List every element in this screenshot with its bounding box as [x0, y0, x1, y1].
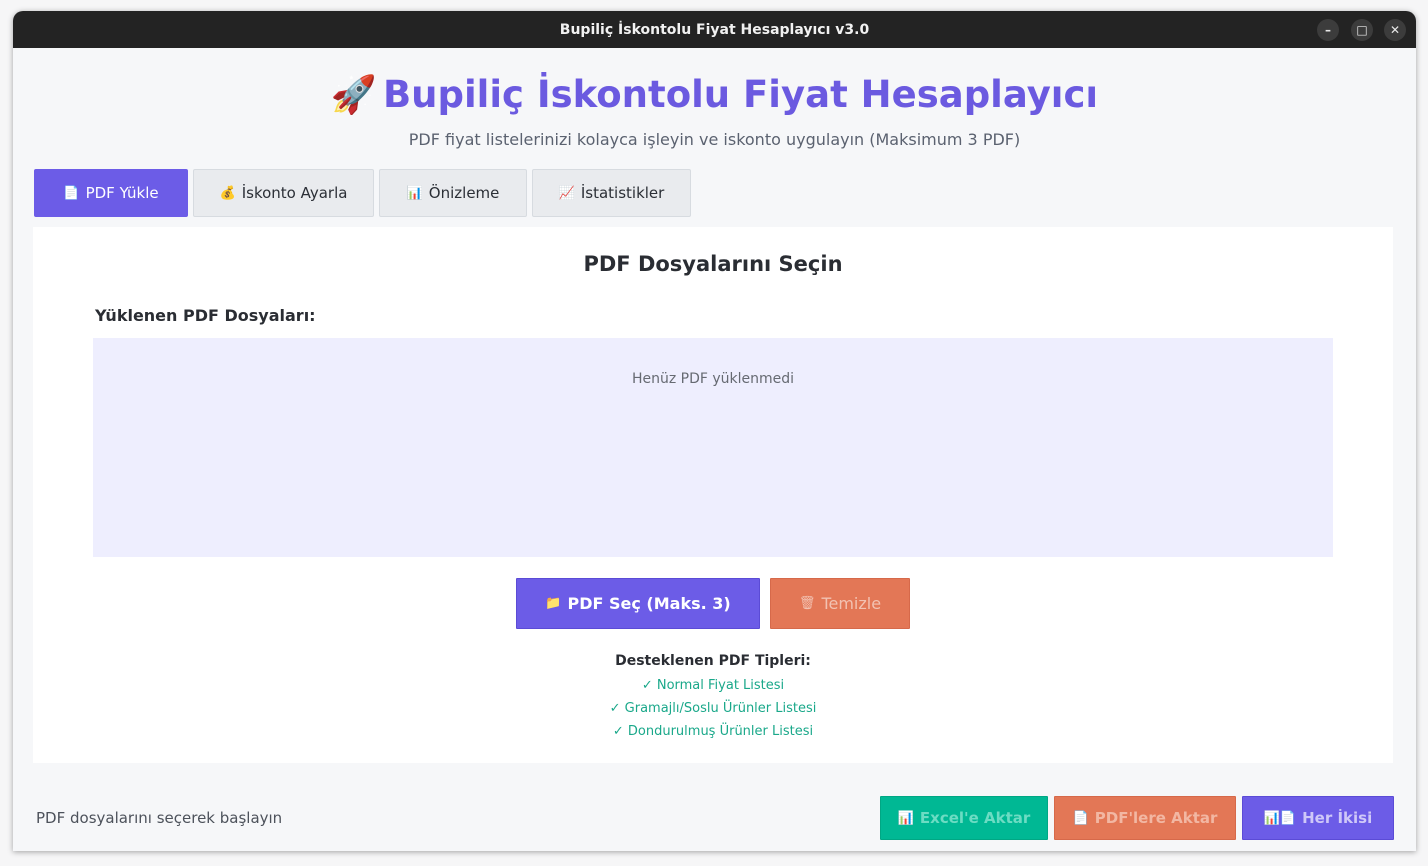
supported-types-title: Desteklenen PDF Tipleri:: [615, 653, 811, 669]
close-button[interactable]: ✕: [1384, 19, 1406, 41]
export-pdf-label: PDF'lere Aktar: [1094, 809, 1218, 827]
maximize-button[interactable]: □: [1351, 19, 1373, 41]
document-icon: 📄: [63, 185, 80, 201]
supported-type-item: ✓ Dondurulmuş Ürünler Listesi: [612, 724, 814, 739]
export-pdf-button[interactable]: 📄 PDF'lere Aktar: [1054, 796, 1236, 840]
app-subtitle: PDF fiyat listelerinizi kolayca işleyin …: [408, 130, 1021, 149]
folder-icon: 📁: [545, 596, 562, 611]
supported-type-item: ✓ Gramajlı/Soslu Ürünler Listesi: [609, 701, 817, 716]
select-pdf-label: PDF Seç (Maks. 3): [567, 594, 731, 613]
minimize-icon: –: [1325, 23, 1331, 37]
main-content: 🚀 Bupiliç İskontolu Fiyat Hesaplayıcı PDF…: [13, 48, 1416, 851]
app-heading: 🚀 Bupiliç İskontolu Fiyat Hesaplayıcı: [13, 73, 1416, 117]
app-window: Bupiliç İskontolu Fiyat Hesaplayıcı v3.0…: [13, 11, 1416, 851]
trend-chart-icon: 📈: [558, 185, 575, 201]
tab-label: İskonto Ayarla: [241, 184, 348, 202]
bar-chart-icon: 📊: [406, 185, 423, 201]
pdf-file-list[interactable]: Henüz PDF yüklenmedi: [93, 338, 1333, 557]
close-icon: ✕: [1389, 23, 1401, 37]
bar-chart-icon: 📊: [897, 810, 914, 826]
maximize-icon: □: [1356, 23, 1368, 37]
tab-label: İstatistikler: [580, 184, 665, 202]
supported-type-item: ✓ Normal Fiyat Listesi: [641, 678, 785, 693]
window-title: Bupiliç İskontolu Fiyat Hesaplayıcı v3.0: [559, 21, 870, 38]
minimize-button[interactable]: –: [1317, 19, 1339, 41]
tab-preview[interactable]: 📊 Önizleme: [379, 169, 527, 217]
export-both-button[interactable]: 📊📄 Her İkisi: [1242, 796, 1394, 840]
document-icon: 📄: [1072, 810, 1089, 826]
panel-title: PDF Dosyalarını Seçin: [583, 252, 843, 276]
empty-list-message: Henüz PDF yüklenmedi: [631, 371, 795, 387]
trash-icon: 🗑: [798, 596, 816, 611]
tab-statistics[interactable]: 📈 İstatistikler: [532, 169, 691, 217]
export-excel-button[interactable]: 📊 Excel'e Aktar: [880, 796, 1048, 840]
status-text: PDF dosyalarını seçerek başlayın: [36, 809, 283, 827]
chart-document-icon: 📊📄: [1263, 810, 1297, 826]
tab-label: PDF Yükle: [85, 184, 159, 202]
select-pdf-button[interactable]: 📁 PDF Seç (Maks. 3): [516, 578, 760, 629]
tab-pdf-upload[interactable]: 📄 PDF Yükle: [34, 169, 188, 217]
money-bag-icon: 💰: [219, 185, 236, 201]
clear-button[interactable]: 🗑 Temizle: [770, 578, 910, 629]
upload-panel: PDF Dosyalarını Seçin Yüklenen PDF Dosya…: [33, 227, 1393, 763]
rocket-icon: 🚀: [330, 73, 377, 116]
tab-label: Önizleme: [428, 184, 500, 202]
uploaded-files-label: Yüklenen PDF Dosyaları:: [95, 306, 316, 325]
export-excel-label: Excel'e Aktar: [919, 809, 1031, 827]
clear-label: Temizle: [821, 594, 882, 613]
title-bar[interactable]: Bupiliç İskontolu Fiyat Hesaplayıcı v3.0…: [13, 11, 1416, 48]
tab-discount-settings[interactable]: 💰 İskonto Ayarla: [193, 169, 374, 217]
app-title: Bupiliç İskontolu Fiyat Hesaplayıcı: [382, 73, 1099, 116]
export-both-label: Her İkisi: [1302, 809, 1373, 827]
